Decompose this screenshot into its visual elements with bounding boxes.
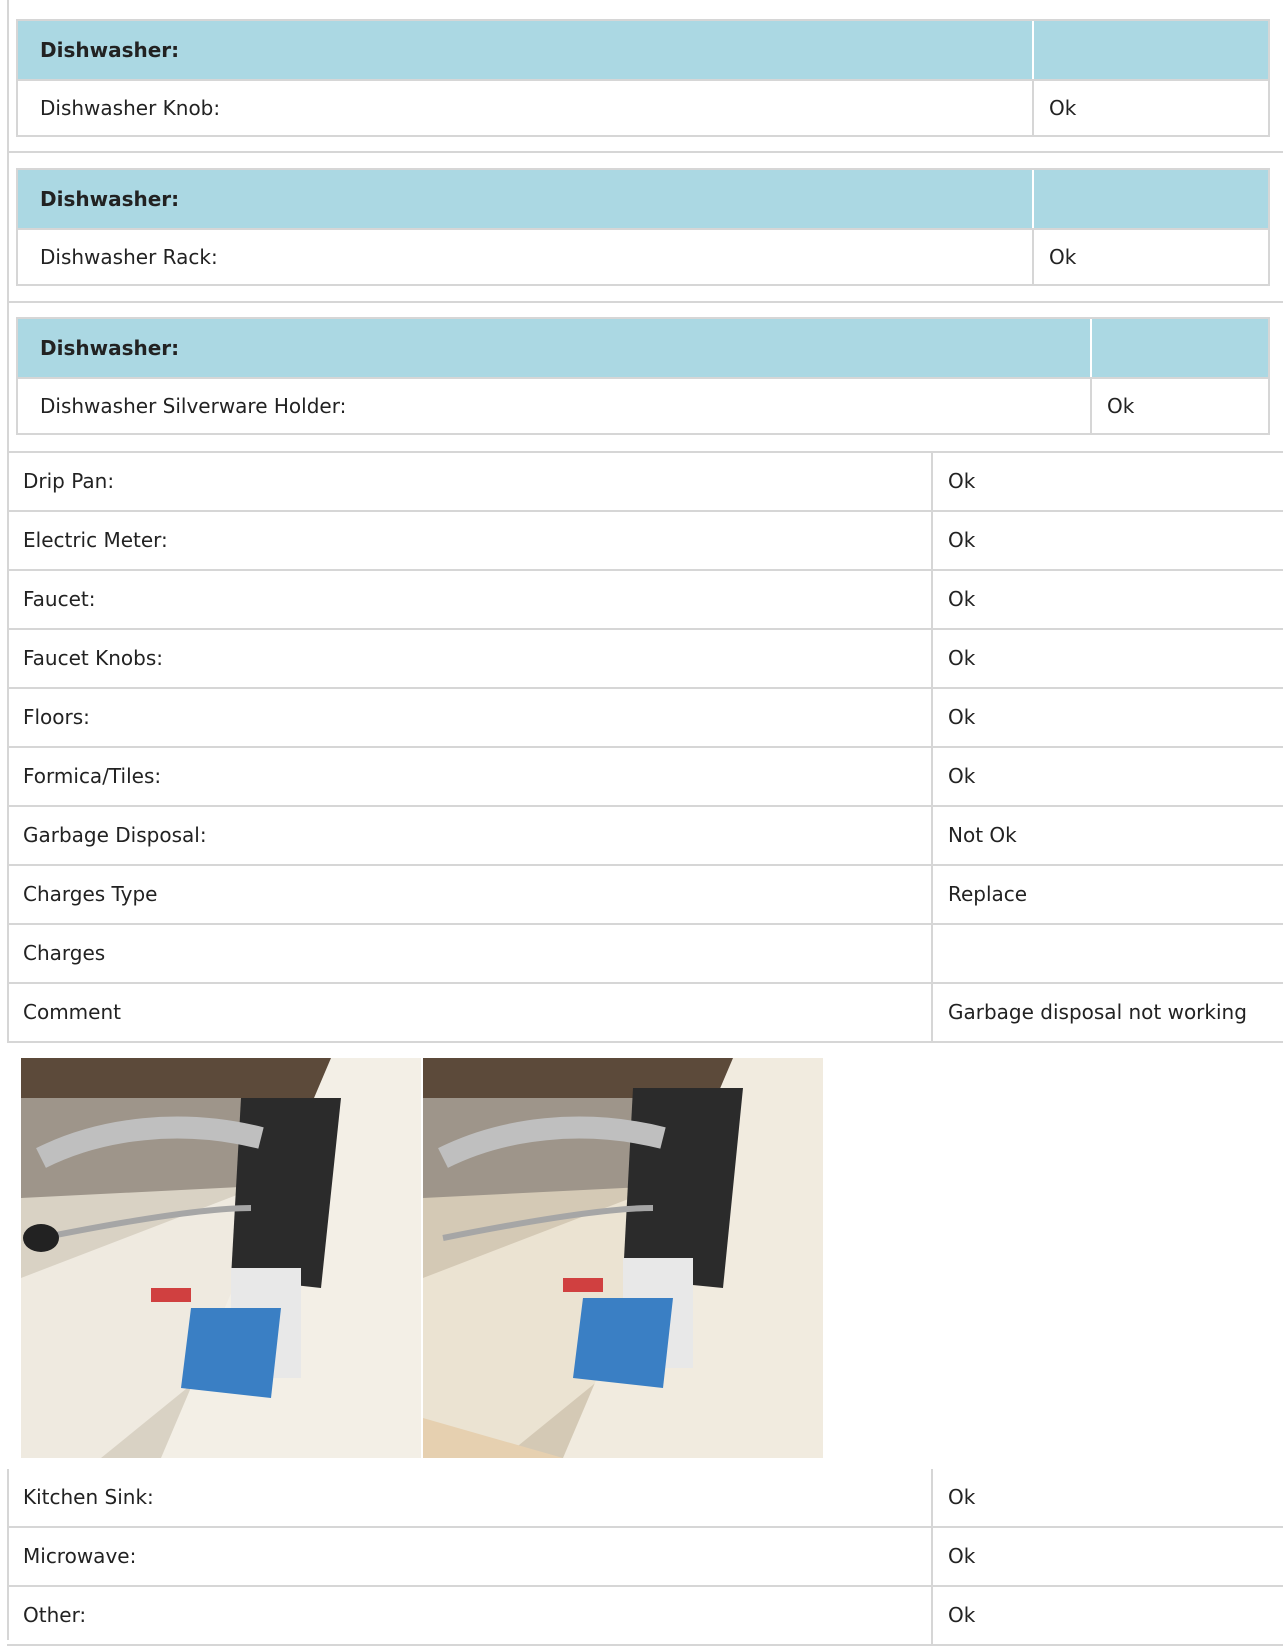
inspection-table: Drip Pan: Ok Electric Meter: Ok Faucet: … (7, 453, 1283, 1043)
row-label: Comment (7, 984, 933, 1041)
table-row: Drip Pan: Ok (7, 453, 1283, 512)
section-title: Dishwasher: (40, 187, 180, 211)
row-value: Ok (948, 646, 976, 670)
table-row: Kitchen Sink: Ok (7, 1469, 1283, 1528)
table-row: Charges Type Replace (7, 866, 1283, 925)
table-row: Dishwasher Knob: Ok (18, 79, 1268, 135)
row-value: Replace (948, 882, 1028, 906)
item-label: Dishwasher Silverware Holder: (40, 394, 347, 418)
row-label: Electric Meter: (7, 512, 933, 569)
table-row: Microwave: Ok (7, 1528, 1283, 1587)
table-row: Floors: Ok (7, 689, 1283, 748)
table-row: Dishwasher Silverware Holder: Ok (18, 377, 1268, 433)
table-row: Faucet: Ok (7, 571, 1283, 630)
row-label: Garbage Disposal: (7, 807, 933, 864)
row-label: Other: (7, 1587, 933, 1644)
table-header: Dishwasher: (18, 21, 1268, 79)
row-label: Charges Type (7, 866, 933, 923)
item-label: Dishwasher Knob: (40, 96, 221, 120)
row-value (933, 925, 1283, 982)
row-label: Formica/Tiles: (7, 748, 933, 805)
item-status: Ok (1032, 81, 1268, 135)
inspection-table-continued: Kitchen Sink: Ok Microwave: Ok Other: Ok (7, 1469, 1283, 1646)
row-label: Kitchen Sink: (7, 1469, 933, 1526)
row-value: Garbage disposal not working (948, 1000, 1247, 1024)
garbage-disposal-photo[interactable] (21, 1058, 421, 1458)
dishwasher-knob-table: Dishwasher: Dishwasher Knob: Ok (16, 19, 1270, 137)
photo-image (423, 1058, 823, 1458)
divider (7, 151, 1283, 153)
row-label: Charges (7, 925, 933, 982)
photo-image (21, 1058, 421, 1458)
dishwasher-rack-table: Dishwasher: Dishwasher Rack: Ok (16, 168, 1270, 286)
row-value: Ok (948, 1485, 976, 1509)
row-value: Ok (948, 587, 976, 611)
row-value: Ok (948, 764, 976, 788)
row-label: Drip Pan: (7, 453, 933, 510)
section-title: Dishwasher: (40, 38, 180, 62)
item-status: Ok (1090, 379, 1268, 433)
table-row: Comment Garbage disposal not working (7, 984, 1283, 1043)
row-label: Faucet Knobs: (7, 630, 933, 687)
section-title: Dishwasher: (40, 336, 180, 360)
table-header: Dishwasher: (18, 319, 1268, 377)
table-row: Electric Meter: Ok (7, 512, 1283, 571)
item-status: Ok (1032, 230, 1268, 284)
row-label: Floors: (7, 689, 933, 746)
table-row: Other: Ok (7, 1587, 1283, 1646)
table-row: Formica/Tiles: Ok (7, 748, 1283, 807)
table-row: Charges (7, 925, 1283, 984)
row-label: Faucet: (7, 571, 933, 628)
row-value: Not Ok (948, 823, 1017, 847)
garbage-disposal-photo[interactable] (423, 1058, 823, 1458)
item-label: Dishwasher Rack: (40, 245, 218, 269)
table-header: Dishwasher: (18, 170, 1268, 228)
row-value: Ok (948, 1603, 976, 1627)
row-value: Ok (948, 1544, 976, 1568)
table-row: Faucet Knobs: Ok (7, 630, 1283, 689)
dishwasher-silverware-table: Dishwasher: Dishwasher Silverware Holder… (16, 317, 1270, 435)
divider (7, 301, 1283, 303)
row-value: Ok (948, 705, 976, 729)
table-row: Dishwasher Rack: Ok (18, 228, 1268, 284)
row-label: Microwave: (7, 1528, 933, 1585)
row-value: Ok (948, 469, 976, 493)
row-value: Ok (948, 528, 976, 552)
table-row: Garbage Disposal: Not Ok (7, 807, 1283, 866)
photo-gallery (21, 1058, 823, 1458)
